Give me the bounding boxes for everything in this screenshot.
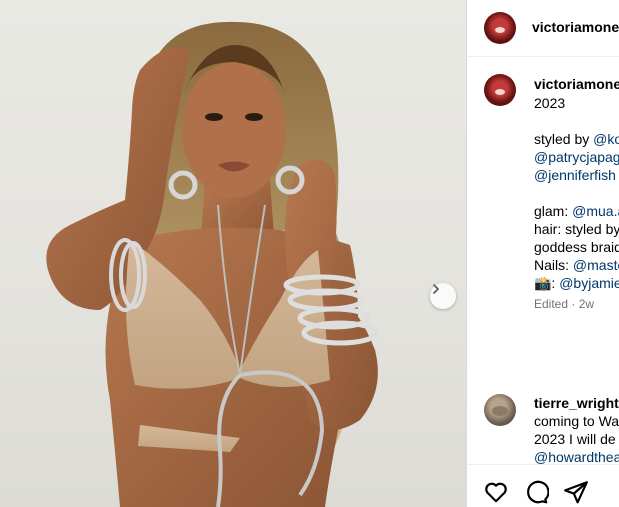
mention-link[interactable]: @patrycjapag [534, 149, 619, 165]
mention-link[interactable]: @jenniferfish [534, 167, 616, 183]
caption-line-text: 2023 [534, 95, 566, 111]
post-side-panel: victoriamonet victoriamonet 2023 styled b… [466, 0, 619, 507]
author-avatar[interactable] [484, 12, 516, 44]
carousel-next-button[interactable] [430, 283, 456, 309]
caption-line: hair: styled by [534, 220, 619, 238]
commenter-avatar[interactable] [484, 394, 516, 426]
caption-line-text: goddess braid [534, 239, 619, 255]
mention-link[interactable]: @ko [593, 131, 619, 147]
author-username[interactable]: victoriamonet [532, 19, 619, 35]
caption-line: goddess braid [534, 238, 619, 256]
caption-line-text: glam: [534, 203, 573, 219]
caption-line-text: 📸: [534, 275, 560, 291]
heart-icon[interactable] [483, 479, 509, 505]
post-photo[interactable] [0, 0, 466, 507]
mention-link[interactable]: @maste [573, 257, 619, 273]
caption-line-text: styled by [534, 131, 594, 147]
comment-line-text: 2023 I will de [534, 431, 616, 447]
comment-icon[interactable] [523, 479, 549, 505]
caption-line: glam: @mua.a [534, 202, 619, 220]
mention-link[interactable]: @mua.a [572, 203, 619, 219]
caption-line: 2023 [534, 94, 565, 112]
caption-line: Nails: @maste [534, 256, 619, 274]
caption-meta: Edited · 2w [534, 297, 595, 311]
caption-line: @jenniferfish [534, 166, 616, 184]
comment-line: @howardthea [534, 448, 619, 464]
caption-line: styled by @ko [534, 130, 619, 148]
caption-avatar[interactable] [484, 74, 516, 106]
comment-line: coming to Wa [534, 412, 619, 430]
comments-scroll-area[interactable]: victoriamonet 2023styled by @ko@patrycja… [467, 58, 619, 464]
share-icon[interactable] [563, 479, 589, 505]
action-bar [467, 464, 619, 507]
post-header: victoriamonet [467, 0, 619, 57]
mention-link[interactable]: @byjamie [559, 275, 619, 291]
caption-line: @patrycjapag [534, 148, 619, 166]
commenter-username[interactable]: tierre_wright [534, 395, 619, 411]
chevron-right-icon [433, 284, 439, 294]
post-image [46, 21, 379, 507]
comment-line-text: coming to Wa [534, 413, 619, 429]
caption-line: 📸: @byjamie [534, 274, 619, 292]
caption-username[interactable]: victoriamonet [534, 76, 619, 92]
caption-line-text: Nails: [534, 257, 573, 273]
caption-line-text: hair: styled by [534, 221, 619, 237]
comment-line: 2023 I will de [534, 430, 616, 448]
mention-link[interactable]: @howardthea [534, 449, 619, 464]
